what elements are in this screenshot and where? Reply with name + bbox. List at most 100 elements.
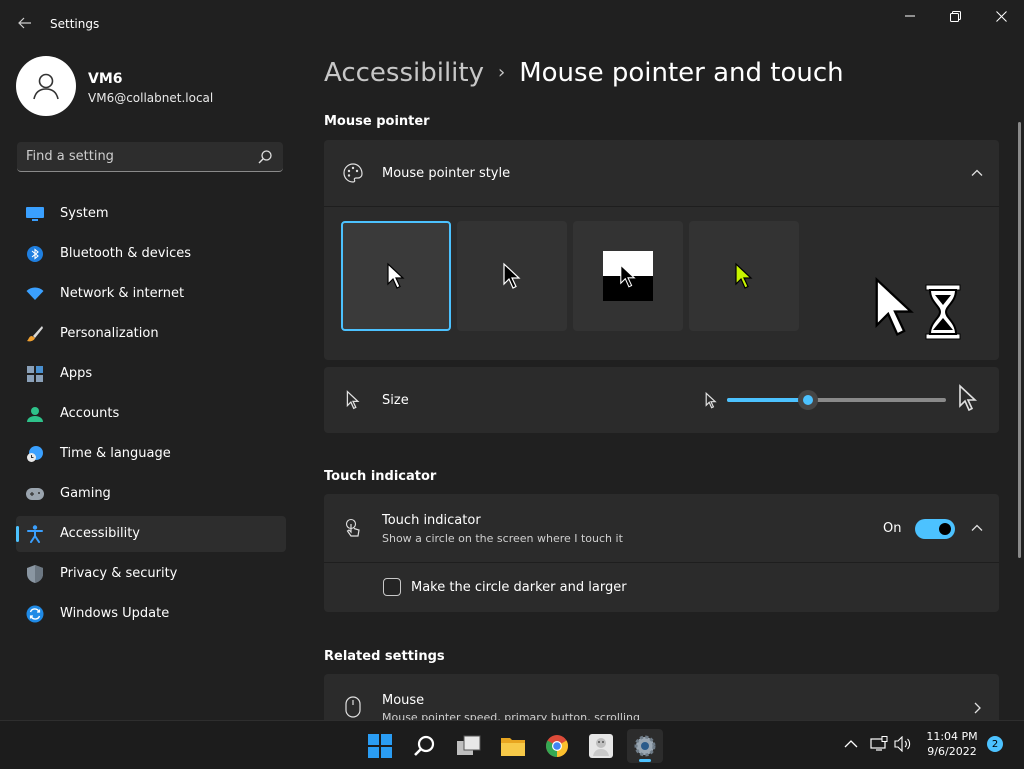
related-mouse-subtitle: Mouse pointer speed, primary button, scr… [382,711,640,720]
speaker-icon [894,736,911,752]
darker-larger-checkbox[interactable] [383,578,401,596]
active-app-indicator [639,759,651,762]
settings-button[interactable] [627,729,663,763]
restore-icon [949,10,961,22]
big-cursor-icon [959,384,978,412]
search-box[interactable] [17,142,283,172]
search-input[interactable] [26,147,246,165]
mouse-pointer-style-header[interactable]: Mouse pointer style [324,140,999,206]
sidebar-item-accessibility[interactable]: Accessibility [16,516,286,552]
slider-fill [727,398,809,402]
restore-button[interactable] [932,0,978,32]
volume-tray-button[interactable] [892,733,914,755]
title-bar: Settings [0,0,1024,48]
sidebar-item-label: System [60,206,109,221]
user-profile[interactable]: VM6 VM6@collabnet.local [16,56,296,118]
back-button[interactable] [12,10,38,36]
breadcrumb-separator: › [498,62,506,83]
section-title-touch-indicator: Touch indicator [324,469,437,484]
notification-badge[interactable]: 2 [987,736,1003,752]
file-explorer-button[interactable] [495,729,531,763]
sidebar-item-privacy[interactable]: Privacy & security [16,556,286,592]
sidebar-item-time-language[interactable]: Time & language [16,436,286,472]
pointer-size-title: Size [382,393,409,408]
apps-icon [26,365,44,383]
inverted-cursor-icon [620,263,636,288]
chrome-icon [546,735,568,757]
person-icon [33,73,59,100]
sidebar-item-network[interactable]: Network & internet [16,276,286,312]
large-cursor-icon [875,276,914,336]
app-button[interactable] [583,729,619,763]
pointer-style-inverted[interactable] [573,221,683,331]
sidebar-item-label: Network & internet [60,286,185,301]
mouse-pointer-style-title: Mouse pointer style [382,166,511,181]
sidebar-item-label: Privacy & security [60,566,178,581]
pointer-size-slider[interactable] [727,390,946,410]
sidebar-item-windows-update[interactable]: Windows Update [16,596,286,632]
sidebar-item-system[interactable]: System [16,196,286,232]
clock-globe-icon [26,445,44,463]
sidebar-item-personalization[interactable]: Personalization [16,316,286,352]
palette-icon [342,162,364,184]
start-icon [368,734,392,758]
network-tray-button[interactable] [868,733,890,755]
touch-indicator-header[interactable]: Touch indicator Show a circle on the scr… [324,494,999,562]
sidebar-item-accounts[interactable]: Accounts [16,396,286,432]
touch-indicator-toggle[interactable] [915,519,955,539]
sidebar-item-label: Time & language [60,446,171,461]
close-button[interactable] [978,0,1024,32]
cursor-icon [342,389,364,411]
taskbar-clock[interactable]: 11:04 PM 9/6/2022 [920,729,984,759]
pointer-preview [872,275,972,345]
small-cursor-icon [705,392,717,409]
mouse-icon [342,696,364,718]
shield-icon [26,565,44,583]
monitor-icon [26,205,44,223]
avatar [16,56,76,116]
file-explorer-icon [501,738,525,756]
darker-larger-label: Make the circle darker and larger [411,580,627,595]
related-mouse-card[interactable]: Mouse Mouse pointer speed, primary butto… [324,674,999,720]
slider-thumb[interactable] [798,390,819,410]
scrollbar[interactable] [1018,122,1021,558]
search-icon[interactable] [257,149,273,165]
pointer-style-white[interactable] [341,221,451,331]
sidebar-item-gaming[interactable]: Gaming [16,476,286,512]
touch-indicator-title: Touch indicator [382,513,481,528]
start-button[interactable] [362,729,398,763]
chevron-up-icon[interactable] [969,520,985,536]
taskbar-search-button[interactable] [407,729,443,763]
task-view-button[interactable] [451,729,487,763]
sidebar-item-bluetooth[interactable]: Bluetooth & devices [16,236,286,272]
custom-color-cursor-icon [735,262,753,289]
pointer-style-black[interactable] [457,221,567,331]
brush-icon [26,325,44,343]
task-view-icon [457,735,481,755]
sidebar-item-label: Bluetooth & devices [60,246,191,261]
chevron-up-icon[interactable] [969,165,985,181]
show-hidden-icons-button[interactable] [840,733,862,755]
pointer-style-custom[interactable] [689,221,799,331]
card-divider [324,562,999,563]
sidebar-item-label: Personalization [60,326,159,341]
user-name: VM6 [88,71,123,87]
back-arrow-icon [18,17,31,29]
touch-icon [342,517,364,539]
breadcrumb-parent[interactable]: Accessibility [324,58,484,88]
sidebar-item-label: Gaming [60,486,111,501]
black-cursor-icon [503,262,521,289]
page-title: Mouse pointer and touch [519,58,844,88]
chevron-up-icon [844,740,858,748]
bluetooth-icon [26,245,44,263]
minimize-button[interactable] [887,0,933,32]
sidebar-item-label: Accounts [60,406,120,421]
sidebar-item-apps[interactable]: Apps [16,356,286,392]
chrome-button[interactable] [539,729,575,763]
chevron-right-icon [974,702,981,714]
section-title-mouse-pointer: Mouse pointer [324,114,430,129]
clock-time: 11:04 PM [926,730,978,743]
gamepad-icon [26,485,44,503]
sidebar-item-label: Windows Update [60,606,170,621]
card-divider [324,206,999,207]
